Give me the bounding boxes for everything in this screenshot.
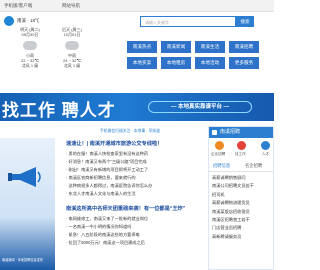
site-logo[interactable] [4,16,14,26]
nav-item-events[interactable]: 本地活动 [195,57,225,69]
tab-top-companies[interactable]: 名企招聘 [245,163,262,169]
list-item[interactable]: · 紧急！八五阶段的南溪这些地方要停电 [66,231,190,239]
weather-day-1: 明天 (周二) 09月30日 小雨 22 ~ 32℃ 北风 1 级 [10,27,50,68]
news-list: 速速让！| 南溪开通城市旅游公交专线啦！ · 男的在服！南溪人快检查家里有没有这… [66,140,190,247]
nav-item-jobs[interactable]: 南溪招聘 [229,41,259,53]
job-row[interactable]: 南溪公司招聘文员若干 [209,182,273,190]
tab-job-info[interactable]: 招聘信息 [213,163,230,169]
company-icon[interactable] [215,141,224,150]
megaphone-icon [8,167,41,187]
banner-title: 找工作 聘人才 [2,101,116,120]
search-job-icon[interactable] [237,141,246,150]
top-bar: 手机版/客户端 网站导航 [0,0,274,12]
list-item[interactable]: · 一名南溪一中小明的情况你知道吗 [66,223,190,231]
list-item[interactable]: · 南溪区农商新招聘信息，要来就行的 [66,174,190,182]
rain-icon [65,41,79,50]
list-item[interactable]: · 电网维修工，南溪又来了一批新的就业岗位 [66,215,190,223]
talent-icon[interactable] [261,141,270,150]
nav-item-life[interactable]: 南溪生活 [195,41,225,53]
job-row[interactable]: 南溪某饭店招收银员 [209,208,273,216]
job-row[interactable]: 招司机 [209,191,273,199]
search-input[interactable]: 请输入关键字 [140,16,236,27]
quick-link-label[interactable]: 人才 [262,152,269,157]
jobs-panel-header: 南溪招聘 [209,127,273,138]
job-row[interactable]: 高新聘请服务员 [209,233,273,241]
weather-wind: 北风 1 级 [21,63,39,68]
weather-day-2: 后天 (周三) 10月01日 中雨 24 ~ 32℃ 北风 1 级 [52,27,92,68]
promo-caption: 南溪新闻 · 本地招聘信息发布 [2,258,44,262]
search-button[interactable]: 搜索 [236,16,254,27]
jobs-quick-links: 企业招聘 找工作 人才 [209,138,273,162]
job-row[interactable]: 高薪诚聘销售顾问 [209,174,273,182]
site-nav-link[interactable]: 网站导航 [62,3,80,9]
nav-item-news[interactable]: 南溪新闻 [161,41,191,53]
list-item[interactable]: · 刚出！南溪又有新增的项目即将开工动工了 [66,166,190,174]
jobs-panel-title: 南溪招聘 [220,129,241,135]
mobile-link[interactable]: 手机版/客户端 [4,3,32,9]
page: 手机版/客户端 网站导航 南溪 · 18℃ 明天 (周二) 09月30日 小雨 … [0,0,274,270]
weather-wind: 北风 1 级 [63,63,81,68]
rain-icon [23,41,37,50]
nav-item-hot[interactable]: 南溪热点 [127,41,157,53]
list-item[interactable]: · 拉回了5000万元！南溪这一项目建成之后 [66,239,190,247]
job-row[interactable]: 南溪区招聘普工若干 [209,216,273,224]
nav-item-rent[interactable]: 本地租房 [161,57,191,69]
promo-image[interactable]: 南溪新闻 · 本地招聘信息发布 [0,138,55,270]
nav-item-trade[interactable]: 本地买卖 [127,57,157,69]
job-row[interactable]: 高薪诚聘物流理货员 [209,199,273,207]
news-headline[interactable]: 速速让！| 南溪开通城市旅游公交专线啦！ [66,140,190,147]
list-item[interactable]: · 东北人才南溪人文化与南溪人的生活 [66,190,190,198]
jobs-tabs: 招聘信息 名企招聘 [209,162,273,172]
job-row[interactable]: 门店营业员招聘 [209,224,273,232]
quick-link-label[interactable]: 找工作 [235,152,246,157]
weather-date: 10月01日 [63,32,81,37]
list-item[interactable]: · 男的在服！南溪人快检查家里有没有这种药 [66,150,190,158]
weather-date: 09月30日 [21,32,39,37]
links-bar[interactable]: 手机微信扫描关注 · 本地事 · 早知道 [100,129,160,134]
briefcase-icon [212,130,217,135]
banner-subtitle: — 本地真实靠谱平台 — [148,101,252,113]
quick-link-label[interactable]: 企业招聘 [211,152,225,157]
list-item[interactable]: · 好消息！南溪又有两个“三级公路”项目完成 [66,158,190,166]
list-item[interactable]: · 这种病很多人都得过，南溪医院告诉你怎么办 [66,182,190,190]
jobs-banner[interactable]: 找工作 聘人才 — 本地真实靠谱平台 — [0,93,274,121]
news-headline[interactable]: 南溪这所高中名师天团重磅来袭！有一位都是“王炸” [66,205,190,212]
jobs-panel: 南溪招聘 企业招聘 找工作 人才 招聘信息 名企招聘 高薪诚聘销售顾问 南溪公司… [208,126,274,270]
current-city-weather: 南溪 · 18℃ [17,18,40,23]
nav-item-more[interactable]: 更多服务 [229,57,259,69]
